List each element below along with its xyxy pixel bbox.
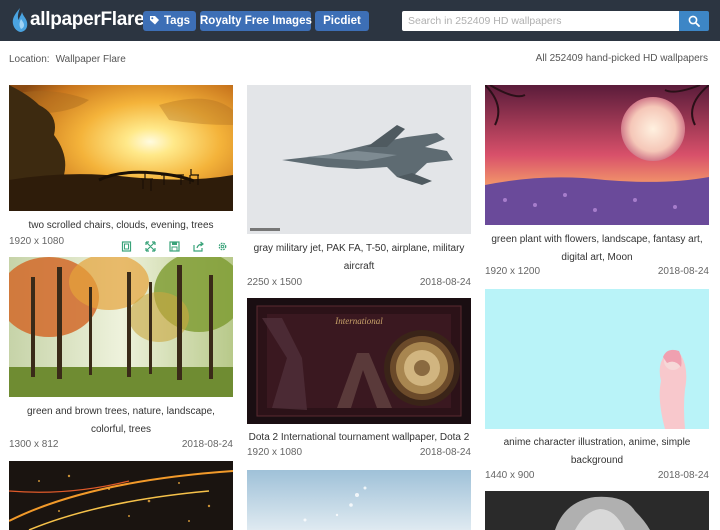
wallpaper-thumbnail-moon[interactable] [485,85,709,225]
location-label: Location: [9,54,50,65]
location-site-link[interactable]: Wallpaper Flare [56,54,126,65]
wallpaper-thumbnail-splash[interactable] [247,470,471,530]
nav-royalty-free-button[interactable]: Royalty Free Images [200,11,312,31]
settings-button[interactable] [210,236,234,256]
wallpaper-resolution: 2250 x 1500 [247,277,303,288]
wallpaper-thumbnail-jet[interactable] [247,85,471,234]
wallpaper-thumbnail-forest[interactable] [9,257,233,397]
splash-image [247,470,471,530]
top-bar: allpaperFlare Tags Royalty Free Images P… [0,0,720,41]
search-button[interactable] [679,11,709,31]
wallpaper-resolution: 1920 x 1200 [485,266,541,277]
nav-picdiet-button[interactable]: Picdiet [315,11,369,31]
anime-character-image [485,289,709,429]
total-count-text: All 252409 hand-picked HD wallpapers [535,53,708,64]
wallpaper-resolution: 1920 x 1080 [247,447,303,458]
wallpaper-thumbnail-city[interactable] [9,461,233,530]
site-logo[interactable]: allpaperFlare [10,6,145,34]
wallpaper-resolution: 1440 x 900 [485,470,535,481]
settings-icon [218,242,226,250]
wallpaper-caption[interactable]: green plant with flowers, landscape, fan… [485,231,709,266]
wallpaper-date: 2018-08-24 [657,470,709,481]
wallpaper-date: 2018-08-24 [181,439,233,450]
flame-logo-icon [12,8,28,32]
wallpaper-thumbnail-dota[interactable]: International [247,298,471,424]
wallpaper-date: 2018-08-24 [419,277,471,288]
autumn-forest-image [9,257,233,397]
wallpaper-caption[interactable]: anime character illustration, anime, sim… [485,434,709,469]
fullscreen-button[interactable] [114,236,138,256]
nav-tags-button[interactable]: Tags [143,11,196,31]
military-jet-image [247,85,471,234]
nav-tags-label: Tags [164,15,190,27]
save-button[interactable] [162,236,186,256]
nav-picdiet-label: Picdiet [323,15,361,27]
wallpaper-resolution: 1920 x 1080 [9,236,65,247]
share-icon [192,241,204,252]
wallpaper-caption[interactable]: gray military jet, PAK FA, T-50, airplan… [247,240,471,275]
bw-portrait-image [485,491,709,530]
tag-icon [150,16,159,25]
wallpaper-action-toolbar [114,236,234,256]
wallpaper-thumbnail-portrait[interactable] [485,491,709,530]
expand-button[interactable] [138,236,162,256]
wallpaper-caption[interactable]: green and brown trees, nature, landscape… [9,403,233,438]
fantasy-moon-image [485,85,709,225]
wallpaper-caption[interactable]: two scrolled chairs, clouds, evening, tr… [9,217,233,235]
city-night-image [9,461,233,530]
search-box [402,11,679,31]
search-input[interactable] [402,11,679,31]
svg-text:International: International [334,316,383,326]
dota-international-image: International [247,298,471,424]
share-button[interactable] [186,236,210,256]
fullscreen-icon [121,240,131,252]
wallpaper-thumbnail-anime[interactable] [485,289,709,429]
chairs-sunset-image [9,85,233,211]
wallpaper-thumbnail-chairs[interactable] [9,85,233,211]
wallpaper-date: 2018-08-24 [657,266,709,277]
wallpaper-caption[interactable]: Dota 2 International tournament wallpape… [247,429,471,447]
wallpaper-date: 2018-08-24 [419,447,471,458]
breadcrumb: Location: Wallpaper Flare [9,54,126,65]
wallpaper-resolution: 1300 x 812 [9,439,59,450]
save-icon [168,240,180,252]
search-icon [688,15,700,27]
nav-royalty-free-label: Royalty Free Images [200,15,312,27]
logo-text: allpaperFlare [30,9,145,30]
expand-icon [144,240,156,252]
